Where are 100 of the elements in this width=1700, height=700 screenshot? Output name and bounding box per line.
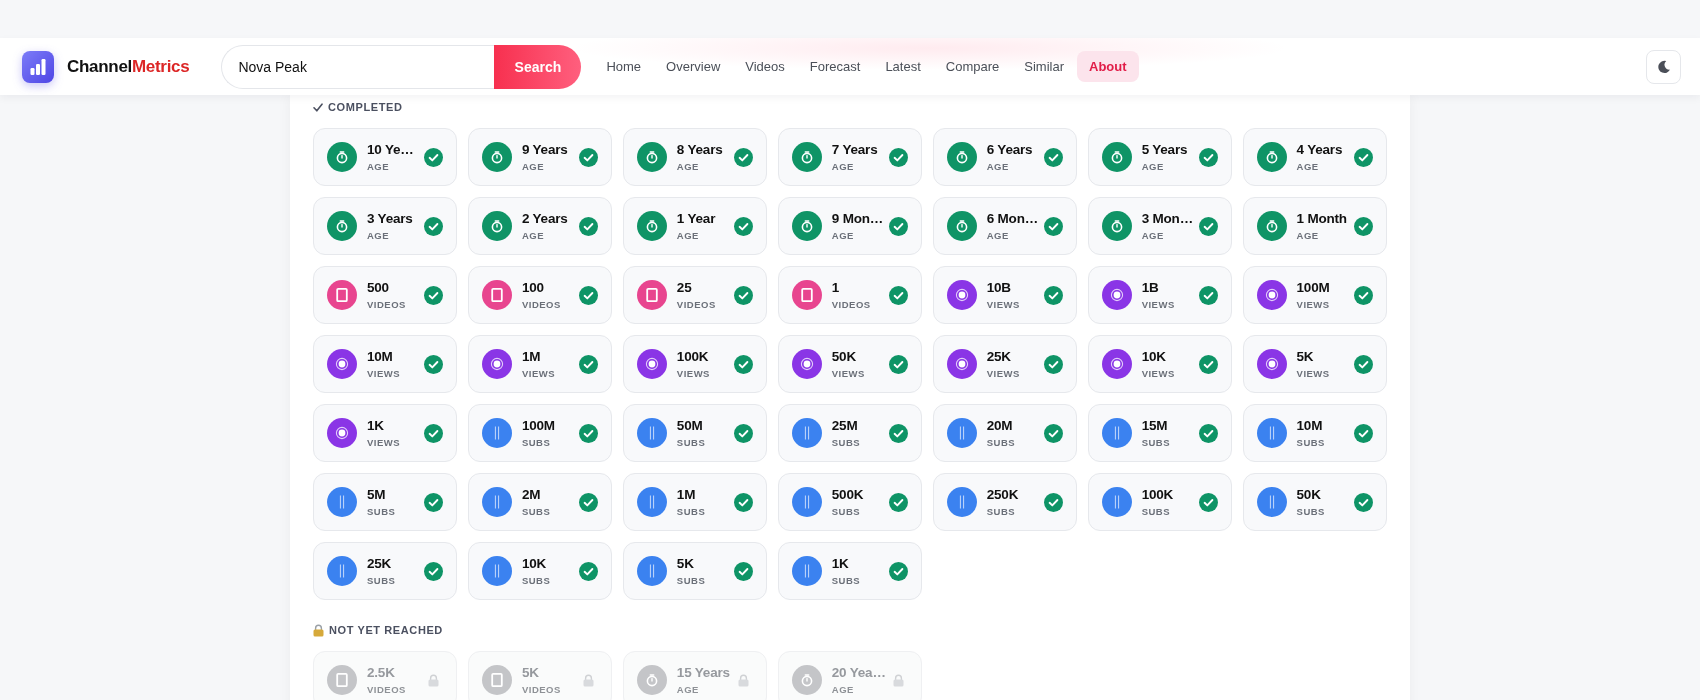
milestone-label: VIEWS	[367, 368, 401, 380]
milestone-value: 25K	[367, 555, 392, 572]
milestone-label: VIEWS	[986, 299, 1020, 311]
stopwatch-icon	[636, 142, 667, 172]
milestone-label: VIEWS	[1296, 299, 1330, 311]
milestone-label: SUBS	[521, 437, 551, 449]
nav-link[interactable]: Latest	[873, 51, 933, 82]
lock-icon	[313, 623, 324, 637]
milestone-label: SUBS	[1296, 506, 1325, 518]
milestone-value: 6 Mon…	[986, 210, 1038, 227]
nav-link[interactable]: Compare	[933, 51, 1012, 82]
disc-icon	[481, 349, 512, 379]
milestone-value: 10 Ye…	[367, 141, 414, 158]
milestone-value: 10K	[1141, 348, 1166, 365]
disc-icon	[636, 349, 667, 379]
milestone-value: 3 Mon…	[1141, 210, 1193, 227]
milestone-value: 100K	[676, 348, 709, 365]
milestone-value: 25	[676, 279, 692, 296]
stopwatch-icon	[791, 665, 822, 695]
nav-link[interactable]: Home	[594, 51, 654, 82]
stopwatch-icon	[481, 211, 512, 241]
theme-toggle-button[interactable]	[1646, 49, 1681, 84]
milestone-label: VIEWS	[367, 437, 401, 449]
milestone-label: VIDEOS	[367, 684, 406, 696]
milestone-label: SUBS	[831, 437, 861, 449]
nav-link[interactable]: Videos	[733, 51, 797, 82]
milestone-value: 5K	[1296, 348, 1314, 365]
disc-icon	[327, 418, 357, 448]
stopwatch-icon	[1256, 142, 1287, 172]
milestone-value: 500K	[831, 486, 864, 503]
milestone-value: 2.5K	[367, 664, 395, 681]
milestone-label: SUBS	[521, 506, 551, 518]
milestone-label: SUBS	[986, 506, 1016, 518]
milestone-label: AGE	[676, 684, 699, 696]
stopwatch-icon	[481, 142, 512, 172]
milestone-value: 10B	[986, 279, 1011, 296]
milestone-label: AGE	[676, 161, 699, 173]
milestone-label: VIEWS	[1141, 368, 1175, 380]
nav-link[interactable]: Similar	[1012, 51, 1076, 82]
milestone-value: 2 Years	[521, 210, 568, 227]
milestone-label: AGE	[367, 230, 390, 242]
milestone-label: SUBS	[1141, 437, 1171, 449]
milestone-value: 1 Month	[1296, 210, 1347, 227]
milestone-value: 25K	[986, 348, 1011, 365]
milestone-value: 25M	[831, 417, 858, 434]
stopwatch-icon	[636, 211, 667, 241]
section-heading: COMPLETED	[328, 101, 403, 113]
tablet-icon	[481, 280, 512, 310]
stopwatch-icon	[946, 211, 977, 241]
milestone-label: AGE	[1141, 161, 1164, 173]
milestone-value: 20M	[986, 417, 1013, 434]
milestone-label: VIEWS	[1141, 299, 1175, 311]
stopwatch-icon	[791, 211, 822, 241]
tablet-icon	[327, 280, 357, 310]
milestone-value: 9 Mon…	[831, 210, 884, 227]
milestone-value: 1	[831, 279, 840, 296]
nav-link[interactable]: Overview	[654, 51, 733, 82]
stopwatch-icon	[1256, 211, 1287, 241]
milestone-label: AGE	[831, 161, 854, 173]
disc-icon	[1101, 280, 1132, 310]
milestone-value: 6 Years	[986, 141, 1033, 158]
milestone-label: AGE	[367, 161, 390, 173]
tablet-icon	[327, 665, 357, 695]
milestone-label: AGE	[831, 684, 854, 696]
milestone-label: SUBS	[1296, 437, 1325, 449]
milestone-value: 1 Year	[676, 210, 716, 227]
milestone-value: 8 Years	[676, 141, 723, 158]
check-mark-icon	[313, 102, 323, 112]
moon-icon	[1656, 59, 1671, 74]
milestone-value: 50M	[676, 417, 703, 434]
section-heading: NOT YET REACHED	[329, 624, 443, 636]
milestone-value: 50K	[831, 348, 856, 365]
tablet-icon	[481, 665, 512, 695]
milestone-value: 250K	[986, 486, 1019, 503]
milestone-value: 2M	[521, 486, 541, 503]
milestone-value: 1M	[521, 348, 541, 365]
disc-icon	[327, 349, 357, 379]
milestone-value: 7 Years	[831, 141, 878, 158]
milestone-label: VIDEOS	[521, 299, 561, 311]
milestone-label: VIEWS	[521, 368, 556, 380]
milestone-value: 1B	[1141, 279, 1159, 296]
nav-link[interactable]: Forecast	[797, 51, 873, 82]
milestone-value: 1M	[676, 486, 696, 503]
disc-icon	[1256, 349, 1287, 379]
milestone-label: AGE	[521, 230, 544, 242]
milestone-value: 1K	[831, 555, 849, 572]
disc-icon	[1256, 280, 1287, 310]
milestone-label: AGE	[1296, 230, 1319, 242]
milestone-value: 100M	[521, 417, 555, 434]
milestone-label: SUBS	[676, 437, 706, 449]
nav-link[interactable]: About	[1077, 51, 1139, 82]
search-field[interactable]: Nova Peak	[221, 44, 495, 89]
disc-icon	[946, 280, 977, 310]
milestone-value: 3 Years	[367, 210, 413, 227]
stopwatch-icon	[791, 142, 822, 172]
milestone-label: SUBS	[831, 506, 861, 518]
milestone-label: SUBS	[676, 575, 706, 587]
tablet-icon	[636, 280, 667, 310]
milestone-label: AGE	[831, 230, 854, 242]
milestone-value: 5M	[367, 486, 386, 503]
